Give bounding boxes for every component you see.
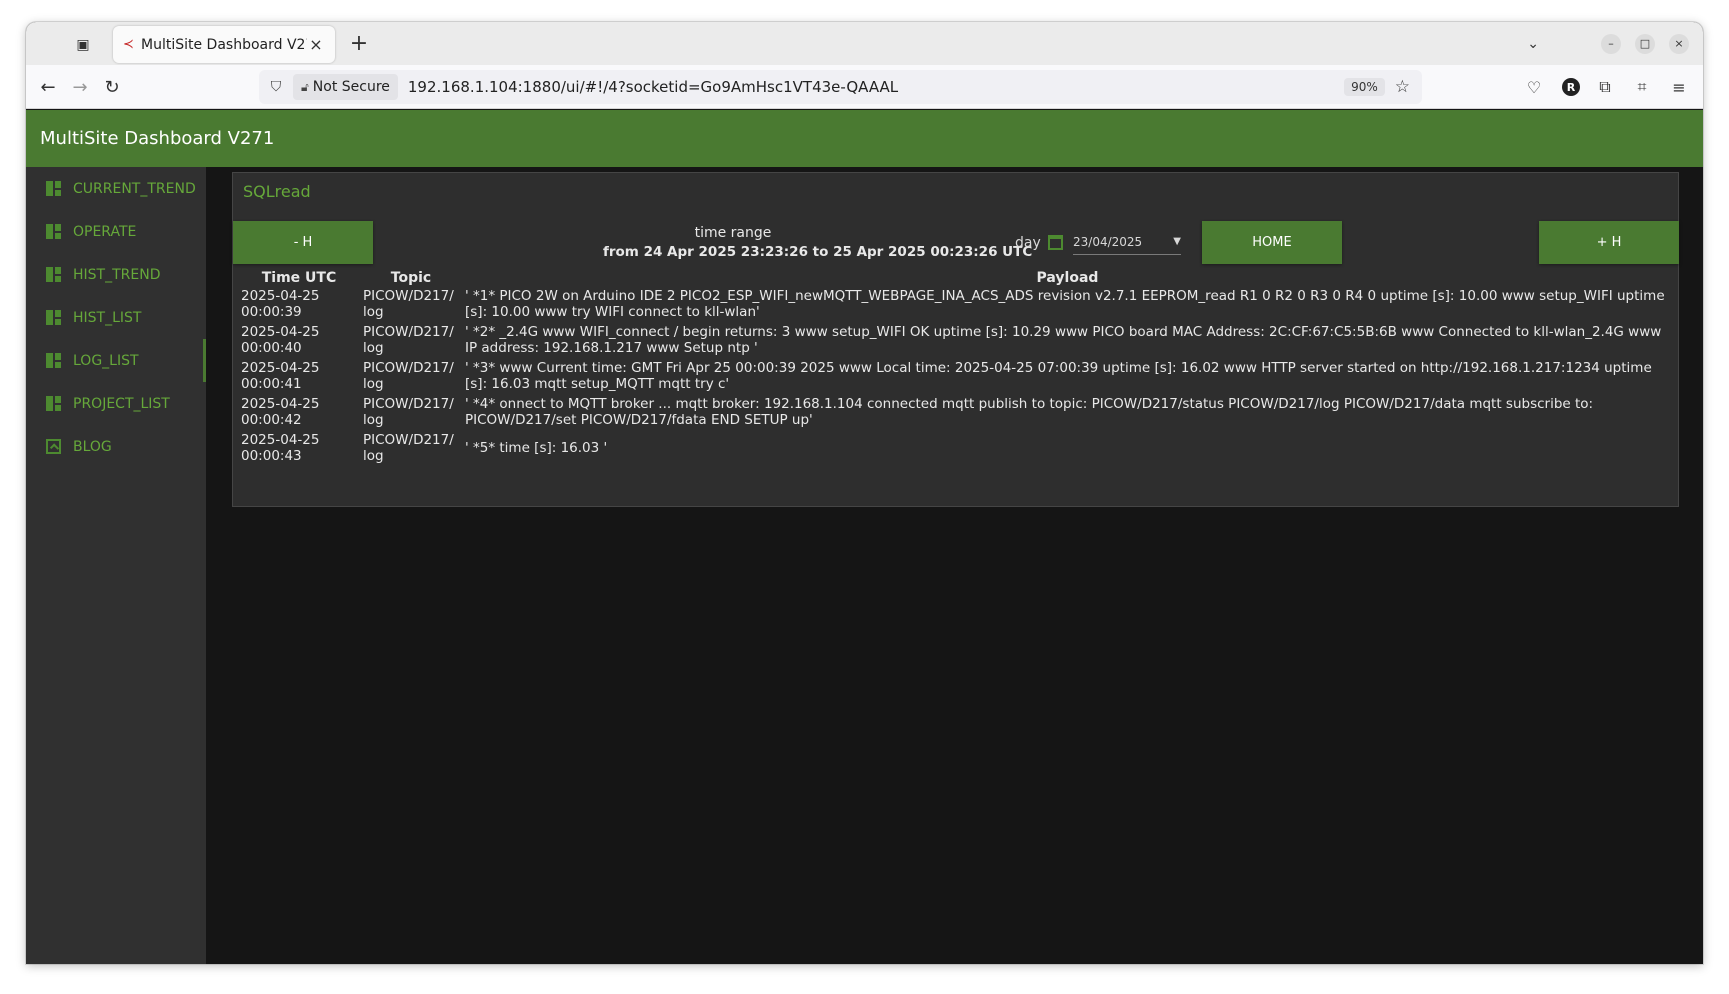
- column-header-time: Time UTC: [261, 270, 337, 286]
- account-avatar-icon[interactable]: R: [1562, 78, 1580, 96]
- sidebar-item-log-list[interactable]: LOG_LIST: [26, 339, 206, 382]
- sidebar-item-blog[interactable]: BLOG: [26, 425, 206, 468]
- navigation-bar: ← → ↻ ⛉ 🔓︎ Not Secure 192.168.1.104:1880…: [26, 65, 1703, 109]
- cell-topic: PICOW/D217/ log: [363, 432, 454, 464]
- chevron-down-icon[interactable]: ▼: [1173, 236, 1181, 247]
- dashboard-icon: [46, 396, 61, 411]
- app-title: MultiSite Dashboard V271: [40, 128, 275, 149]
- list-all-tabs-icon[interactable]: ⌄: [1527, 36, 1539, 52]
- time-range: time range from 24 Apr 2025 23:23:26 to …: [603, 225, 1033, 260]
- security-indicator[interactable]: 🔓︎ Not Secure: [293, 74, 398, 100]
- cell-topic: PICOW/D217/ log: [363, 396, 454, 428]
- sidebar: CURRENT_TREND OPERATE HIST_TREND HIST_LI…: [26, 167, 206, 964]
- browser-window: ▣ ≺ MultiSite Dashboard V27 × + ⌄ – □ × …: [26, 22, 1703, 964]
- home-button[interactable]: HOME: [1202, 221, 1342, 264]
- cell-payload: ' *3* www Current time: GMT Fri Apr 25 0…: [465, 360, 1652, 392]
- sidebar-item-label: HIST_LIST: [73, 309, 142, 326]
- back-icon[interactable]: ←: [36, 75, 60, 99]
- table-row: 2025-04-25 00:00:42 PICOW/D217/ log ' *4…: [238, 396, 1673, 432]
- column-header-topic: Topic: [390, 270, 432, 286]
- calendar-icon[interactable]: [1048, 235, 1063, 250]
- forward-icon[interactable]: →: [68, 75, 92, 99]
- url-input[interactable]: 192.168.1.104:1880/ui/#!/4?socketid=Go9A…: [408, 78, 1344, 96]
- dashboard-icon: [46, 267, 61, 282]
- table-row: 2025-04-25 00:00:39 PICOW/D217/ log ' *1…: [238, 288, 1673, 324]
- pocket-icon[interactable]: ♡: [1522, 75, 1546, 99]
- open-in-browser-icon: [46, 439, 61, 454]
- day-label: day: [1015, 235, 1041, 251]
- dashboard-icon: [46, 181, 61, 196]
- sidebar-item-hist-list[interactable]: HIST_LIST: [26, 296, 206, 339]
- time-range-value: from 24 Apr 2025 23:23:26 to 25 Apr 2025…: [603, 244, 1033, 260]
- cell-time: 2025-04-25 00:00:42: [241, 396, 320, 428]
- table-row: 2025-04-25 00:00:41 PICOW/D217/ log ' *3…: [238, 360, 1673, 396]
- cell-payload: ' *2* _2.4G www WIFI_connect / begin ret…: [465, 324, 1662, 356]
- cell-payload: ' *4* onnect to MQTT broker ... mqtt bro…: [465, 396, 1594, 428]
- log-table: Time UTC Topic Payload 2025-04-25 00:00:…: [238, 268, 1673, 468]
- card-title: SQLread: [243, 182, 311, 201]
- cell-time: 2025-04-25 00:00:41: [241, 360, 320, 392]
- maximize-icon[interactable]: □: [1635, 33, 1655, 54]
- minimize-icon[interactable]: –: [1601, 33, 1621, 54]
- zoom-level[interactable]: 90%: [1344, 78, 1385, 96]
- security-label: Not Secure: [312, 79, 390, 95]
- cell-topic: PICOW/D217/ log: [363, 288, 454, 320]
- sidebar-item-label: HIST_TREND: [73, 266, 161, 283]
- node-red-favicon-icon: ≺: [123, 37, 134, 52]
- plus-hour-button[interactable]: + H: [1539, 221, 1679, 264]
- sidebar-item-label: OPERATE: [73, 223, 137, 240]
- screenshot-crop-icon[interactable]: ⌗: [1630, 75, 1654, 99]
- cell-payload: ' *1* PICO 2W on Arduino IDE 2 PICO2_ESP…: [465, 288, 1665, 320]
- cell-time: 2025-04-25 00:00:40: [241, 324, 320, 356]
- reload-icon[interactable]: ↻: [100, 75, 124, 99]
- tab-overview-icon[interactable]: ▣: [72, 34, 94, 56]
- cell-topic: PICOW/D217/ log: [363, 324, 454, 356]
- cell-topic: PICOW/D217/ log: [363, 360, 454, 392]
- dashboard-icon: [46, 353, 61, 368]
- tab-title: MultiSite Dashboard V27: [141, 36, 307, 53]
- close-window-icon[interactable]: ×: [1669, 33, 1689, 54]
- insecure-lock-icon: 🔓︎: [301, 79, 309, 94]
- new-tab-icon[interactable]: +: [346, 31, 372, 56]
- tracking-shield-icon[interactable]: ⛉: [259, 79, 293, 95]
- close-tab-icon[interactable]: ×: [307, 35, 325, 54]
- toolbar-icons: ♡ R ⧉ ⌗ ≡: [1509, 75, 1691, 99]
- sidebar-item-hist-trend[interactable]: HIST_TREND: [26, 253, 206, 296]
- date-value: 23/04/2025: [1073, 234, 1143, 249]
- dashboard-icon: [46, 224, 61, 239]
- table-header-row: Time UTC Topic Payload: [238, 268, 1673, 288]
- address-bar[interactable]: ⛉ 🔓︎ Not Secure 192.168.1.104:1880/ui/#!…: [259, 70, 1422, 104]
- browser-tab[interactable]: ≺ MultiSite Dashboard V27 ×: [113, 26, 335, 63]
- sqlread-card: SQLread - H time range from 24 Apr 2025 …: [232, 172, 1679, 507]
- table-row: 2025-04-25 00:00:43 PICOW/D217/ log ' *5…: [238, 432, 1673, 468]
- window-controls: ⌄ – □ ×: [1527, 22, 1703, 65]
- sidebar-item-label: BLOG: [73, 438, 112, 455]
- dashboard-icon: [46, 310, 61, 325]
- sidebar-item-operate[interactable]: OPERATE: [26, 210, 206, 253]
- minus-hour-button[interactable]: - H: [233, 221, 373, 264]
- tab-strip: ▣ ≺ MultiSite Dashboard V27 × + ⌄ – □ ×: [26, 22, 1703, 65]
- cell-time: 2025-04-25 00:00:43: [241, 432, 320, 464]
- cell-time: 2025-04-25 00:00:39: [241, 288, 320, 320]
- app-header: MultiSite Dashboard V271: [26, 110, 1703, 167]
- bookmark-star-icon[interactable]: ☆: [1395, 77, 1410, 97]
- cell-payload: ' *5* time [s]: 16.03 ': [465, 440, 608, 456]
- table-row: 2025-04-25 00:00:40 PICOW/D217/ log ' *2…: [238, 324, 1673, 360]
- sidebar-item-label: CURRENT_TREND: [73, 180, 196, 197]
- menu-icon[interactable]: ≡: [1667, 75, 1691, 99]
- time-range-label: time range: [694, 225, 772, 241]
- sidebar-item-label: PROJECT_LIST: [73, 395, 170, 412]
- date-picker[interactable]: 23/04/2025 ▼: [1073, 229, 1181, 255]
- column-header-payload: Payload: [1036, 270, 1099, 286]
- sidebar-item-project-list[interactable]: PROJECT_LIST: [26, 382, 206, 425]
- sidebar-item-current-trend[interactable]: CURRENT_TREND: [26, 167, 206, 210]
- extensions-icon[interactable]: ⧉: [1593, 75, 1617, 99]
- sidebar-item-label: LOG_LIST: [73, 352, 139, 369]
